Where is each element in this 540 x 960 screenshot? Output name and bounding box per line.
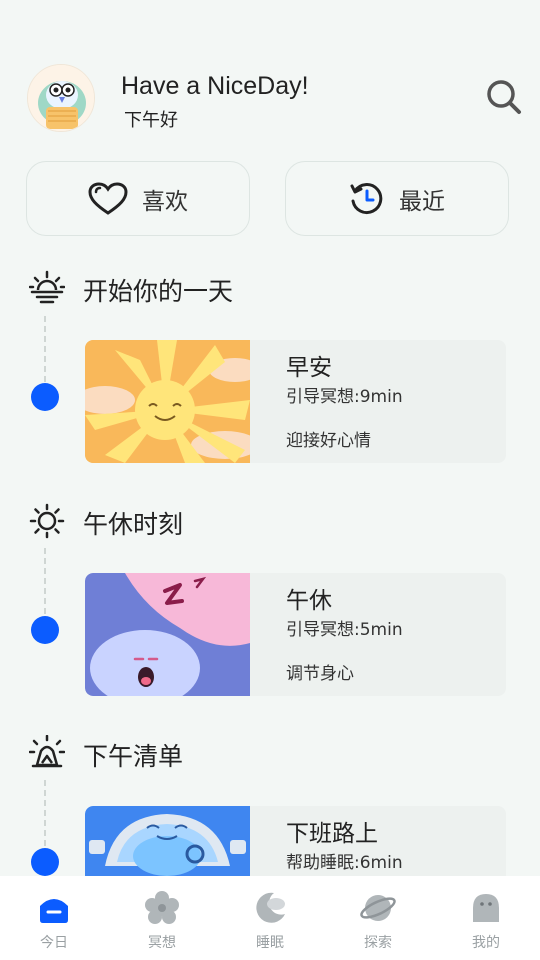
card-title: 早安 — [286, 355, 332, 381]
moon-icon — [256, 892, 285, 923]
morning-thumbnail — [85, 340, 250, 463]
like-button[interactable]: 喜欢 — [26, 161, 250, 236]
card-morning[interactable]: 早安 引导冥想:9min 迎接好心情 — [85, 340, 506, 463]
timeline-dot — [31, 616, 59, 644]
recent-label: 最近 — [399, 188, 445, 215]
tab-label: 探索 — [364, 935, 392, 951]
tab-label: 冥想 — [148, 935, 176, 951]
alarm-icon — [28, 734, 66, 771]
heart-icon — [88, 181, 128, 215]
timeline-line — [44, 780, 46, 846]
section-title-morning: 开始你的一天 — [83, 277, 234, 306]
bottom-tab-bar: 今日 冥想 睡眠 探索 我的 — [0, 876, 540, 960]
card-duration: 帮助睡眠:6min — [286, 853, 403, 873]
planet-icon — [360, 895, 396, 921]
card-noon[interactable]: 午休 引导冥想:5min 调节身心 — [85, 573, 506, 696]
tab-explore[interactable]: 探索 — [338, 890, 418, 952]
history-clock-icon — [350, 182, 383, 214]
tab-today[interactable]: 今日 — [14, 890, 94, 952]
flower-icon — [145, 891, 179, 924]
owl-avatar-icon — [28, 65, 94, 131]
greeting-title: Have a NiceDay! — [121, 72, 309, 100]
sunrise-icon — [28, 270, 66, 306]
avatar[interactable] — [27, 64, 95, 132]
search-icon — [487, 80, 521, 114]
card-description: 迎接好心情 — [286, 431, 371, 451]
section-title-afternoon: 下午清单 — [83, 742, 184, 771]
tab-label: 我的 — [472, 935, 500, 951]
like-label: 喜欢 — [142, 188, 188, 215]
card-duration: 引导冥想:9min — [286, 387, 403, 407]
greeting-subtitle: 下午好 — [124, 110, 178, 131]
recent-button[interactable]: 最近 — [285, 161, 509, 236]
sun-icon — [29, 503, 65, 539]
header: Have a NiceDay! 下午好 — [27, 64, 523, 132]
ghost-icon — [473, 894, 499, 922]
tab-meditation[interactable]: 冥想 — [122, 890, 202, 952]
card-title: 午休 — [286, 588, 332, 614]
timeline-dot — [31, 383, 59, 411]
card-title: 下班路上 — [286, 821, 378, 847]
nap-thumbnail — [85, 573, 250, 696]
card-duration: 引导冥想:5min — [286, 620, 403, 640]
timeline-dot — [31, 848, 59, 876]
today-icon — [40, 899, 68, 923]
tab-sleep[interactable]: 睡眠 — [230, 890, 310, 952]
tab-label: 睡眠 — [256, 935, 284, 951]
search-button[interactable] — [485, 78, 523, 116]
tab-profile[interactable]: 我的 — [446, 890, 526, 952]
timeline-line — [44, 316, 46, 382]
tab-label: 今日 — [40, 935, 68, 951]
card-description: 调节身心 — [286, 664, 354, 684]
timeline-line — [44, 548, 46, 614]
section-title-noon: 午休时刻 — [83, 510, 184, 539]
